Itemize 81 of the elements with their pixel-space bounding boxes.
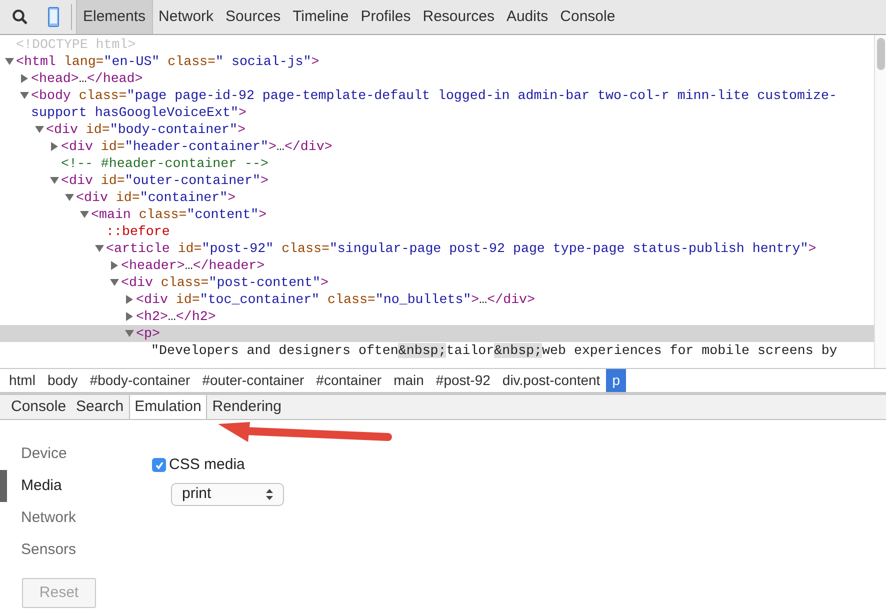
mobile-device-icon[interactable] <box>48 7 59 27</box>
dom-node-text: <main class="content"> <box>91 206 267 223</box>
sidebar-item[interactable]: Network <box>7 502 76 534</box>
dom-node-text: <!-- #header-container --> <box>61 155 268 172</box>
dom-node-text: <head>…</head> <box>31 70 143 87</box>
dom-node-text: ::before <box>106 223 170 240</box>
panel-tab[interactable]: Profiles <box>354 0 417 34</box>
expanded-triangle-icon[interactable] <box>20 91 29 100</box>
breadcrumb[interactable]: #body-container <box>84 369 196 392</box>
tree-row[interactable]: ::before <box>0 223 874 240</box>
scrollbar[interactable] <box>874 35 886 368</box>
breadcrumb[interactable]: #outer-container <box>196 369 310 392</box>
panel-tab[interactable]: Sources <box>220 0 287 34</box>
scrollbar-thumb[interactable] <box>876 38 884 70</box>
dom-node-text: <h2>…</h2> <box>136 308 216 325</box>
expanded-triangle-icon[interactable] <box>50 176 59 185</box>
sidebar-item[interactable]: Media <box>7 470 62 502</box>
breadcrumb[interactable]: #container <box>310 369 388 392</box>
drawer-tab[interactable]: Emulation <box>128 395 208 419</box>
dom-node-text: <html lang="en-US" class=" social-js"> <box>16 53 320 70</box>
tree-row[interactable]: <div id="header-container">…</div> <box>0 138 874 155</box>
sidebar-item[interactable]: Device <box>7 438 67 470</box>
tree-row[interactable]: <header>…</header> <box>0 257 874 274</box>
expanded-triangle-icon[interactable] <box>125 329 134 338</box>
tree-row[interactable]: <p> <box>0 325 874 342</box>
expanded-triangle-icon[interactable] <box>95 244 104 253</box>
tree-row[interactable]: <div id="body-container"> <box>0 121 874 138</box>
dom-node-text: <div id="container"> <box>76 189 236 206</box>
collapsed-triangle-icon[interactable] <box>50 142 59 151</box>
dom-node-text: <p> <box>136 325 160 342</box>
stepper-arrows-icon <box>266 488 273 500</box>
panel-tab[interactable]: Console <box>554 0 622 34</box>
dom-node-text: <div id="body-container"> <box>46 121 246 138</box>
tree-row[interactable]: <main class="content"> <box>0 206 874 223</box>
dom-node-text: <div id="outer-container"> <box>61 172 268 189</box>
checkbox-label: CSS media <box>169 455 245 475</box>
checkmark-icon <box>154 460 164 470</box>
tree-row[interactable]: <div id="outer-container"> <box>0 172 874 189</box>
dom-node-text: <div id="toc_container" class="no_bullets">…</div> <box>136 291 536 308</box>
drawer-tab[interactable]: Rendering <box>207 395 286 419</box>
drawer-tab[interactable]: Search <box>71 395 129 419</box>
expanded-triangle-icon[interactable] <box>65 193 74 202</box>
tree-row[interactable]: "Developers and designers often&nbsp;tailor&nbsp;web experiences for mobile screens by <box>0 342 874 359</box>
dom-node-text: <article id="post-92" class="singular-page post-92 page type-page status-publish hentry"> <box>106 240 816 257</box>
dom-node-text: <!DOCTYPE html> <box>16 36 136 53</box>
collapsed-triangle-icon[interactable] <box>110 261 119 270</box>
panel-tab[interactable]: Audits <box>500 0 554 34</box>
breadcrumb[interactable]: main <box>388 369 430 392</box>
checkbox[interactable] <box>152 458 166 472</box>
sidebar-item[interactable]: Sensors <box>7 534 76 566</box>
breadcrumb[interactable]: p <box>606 369 626 392</box>
media-select[interactable]: print <box>171 482 284 506</box>
dom-node-text: <header>…</header> <box>121 257 265 274</box>
collapsed-triangle-icon[interactable] <box>20 74 29 83</box>
expanded-triangle-icon[interactable] <box>35 125 44 134</box>
tree-row[interactable]: <div id="toc_container" class="no_bullets">…</div> <box>0 291 874 308</box>
breadcrumb[interactable]: #post-92 <box>430 369 496 392</box>
panel-tab[interactable]: Resources <box>416 0 500 34</box>
search-icon[interactable] <box>12 9 28 25</box>
tree-row[interactable]: <div class="post-content"> <box>0 274 874 291</box>
tree-row[interactable]: <html lang="en-US" class=" social-js"> <box>0 53 874 70</box>
collapsed-triangle-icon[interactable] <box>125 295 134 304</box>
dom-node-text: "Developers and designers often&nbsp;tailor&nbsp;web experiences for mobile screens by <box>151 342 838 359</box>
breadcrumb[interactable]: div.post-content <box>496 369 606 392</box>
expanded-triangle-icon[interactable] <box>5 57 14 66</box>
panel-tab[interactable]: Network <box>152 0 220 34</box>
breadcrumb[interactable]: html <box>3 369 42 392</box>
tree-row[interactable]: <h2>…</h2> <box>0 308 874 325</box>
tree-row[interactable]: <div id="container"> <box>0 189 874 206</box>
dom-node-text: <div id="header-container">…</div> <box>61 138 332 155</box>
expanded-triangle-icon[interactable] <box>110 278 119 287</box>
drawer-tab[interactable]: Console <box>6 395 72 419</box>
tree-row[interactable]: <head>…</head> <box>0 70 874 87</box>
tree-row[interactable]: <!-- #header-container --> <box>0 155 874 172</box>
collapsed-triangle-icon[interactable] <box>125 312 134 321</box>
expanded-triangle-icon[interactable] <box>80 210 89 219</box>
panel-tab[interactable]: Timeline <box>286 0 355 34</box>
breadcrumb[interactable]: body <box>41 369 84 392</box>
dom-node-text: <div class="post-content"> <box>121 274 328 291</box>
tree-row[interactable]: <article id="post-92" class="singular-page post-92 page type-page status-publish hentry"> <box>0 240 874 257</box>
panel-tab[interactable]: Elements <box>76 0 153 34</box>
